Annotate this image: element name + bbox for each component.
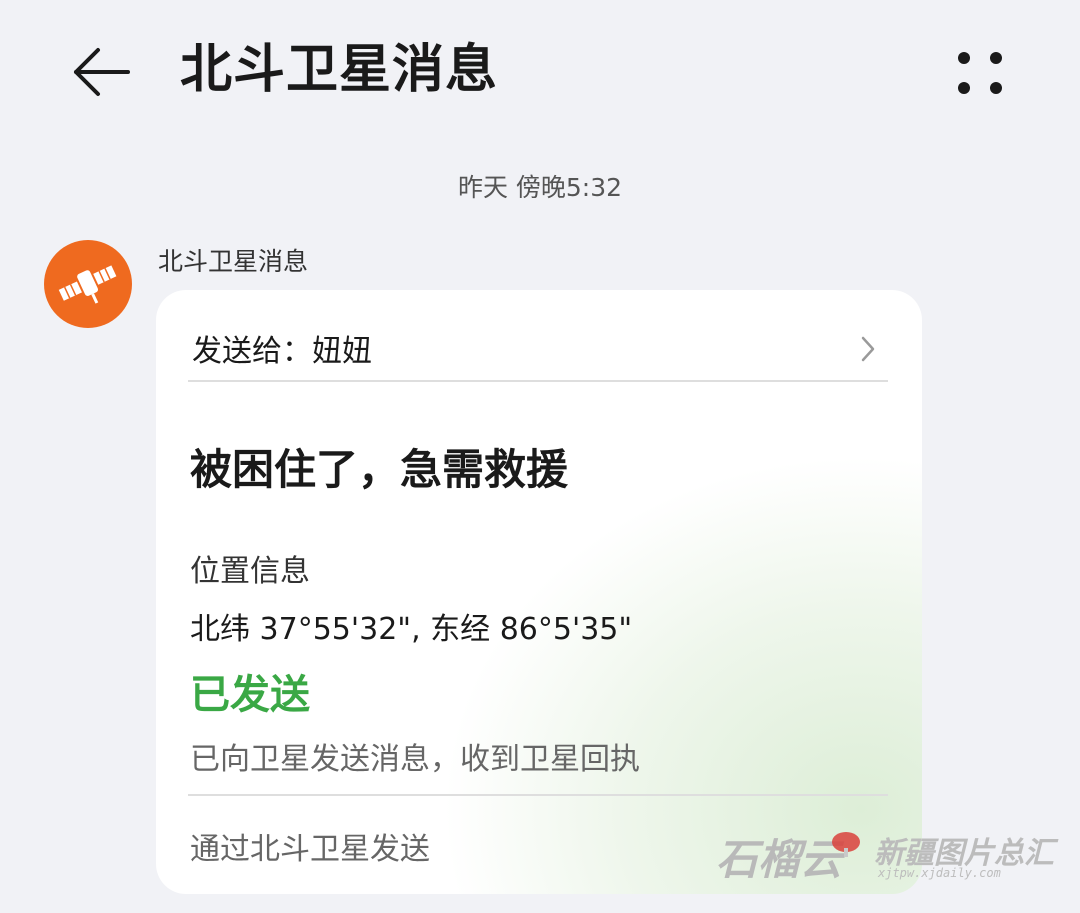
divider (188, 380, 888, 382)
message-timestamp: 昨天 傍晚5:32 (457, 173, 623, 202)
sender-name: 北斗卫星消息 (158, 247, 309, 276)
pomegranate-logo-icon (832, 832, 860, 857)
message-card[interactable]: 发送给：妞妞 被困住了，急需救援 位置信息 北纬 37°55'32", 东经 8… (156, 290, 922, 894)
page-title: 北斗卫星消息 (180, 40, 499, 100)
watermark-url: xjtpw.xjdaily.com (878, 866, 1001, 880)
watermark: 石榴云 新疆图片总汇 xjtpw.xjdaily.com (712, 816, 1072, 896)
arrow-left-icon (74, 48, 130, 96)
send-status-detail: 已向卫星发送消息，收到卫星回执 (190, 742, 640, 777)
message-text: 被困住了，急需救援 (190, 445, 569, 494)
sender-avatar[interactable] (44, 240, 132, 328)
recipient-label: 发送给：妞妞 (192, 334, 372, 369)
satellite-icon (58, 265, 117, 304)
location-coordinates: 北纬 37°55'32", 东经 86°5'35" (190, 612, 633, 647)
back-button[interactable] (70, 44, 132, 100)
more-dots-icon (958, 52, 1002, 94)
chevron-right-icon (861, 336, 875, 362)
app-header: 北斗卫星消息 (0, 0, 1080, 140)
recipient-row[interactable]: 发送给：妞妞 (156, 290, 922, 382)
send-via-label: 通过北斗卫星发送 (190, 832, 430, 867)
more-options-button[interactable] (952, 48, 1008, 98)
send-status: 已发送 (190, 672, 310, 718)
location-label: 位置信息 (190, 554, 310, 589)
divider (188, 794, 888, 796)
